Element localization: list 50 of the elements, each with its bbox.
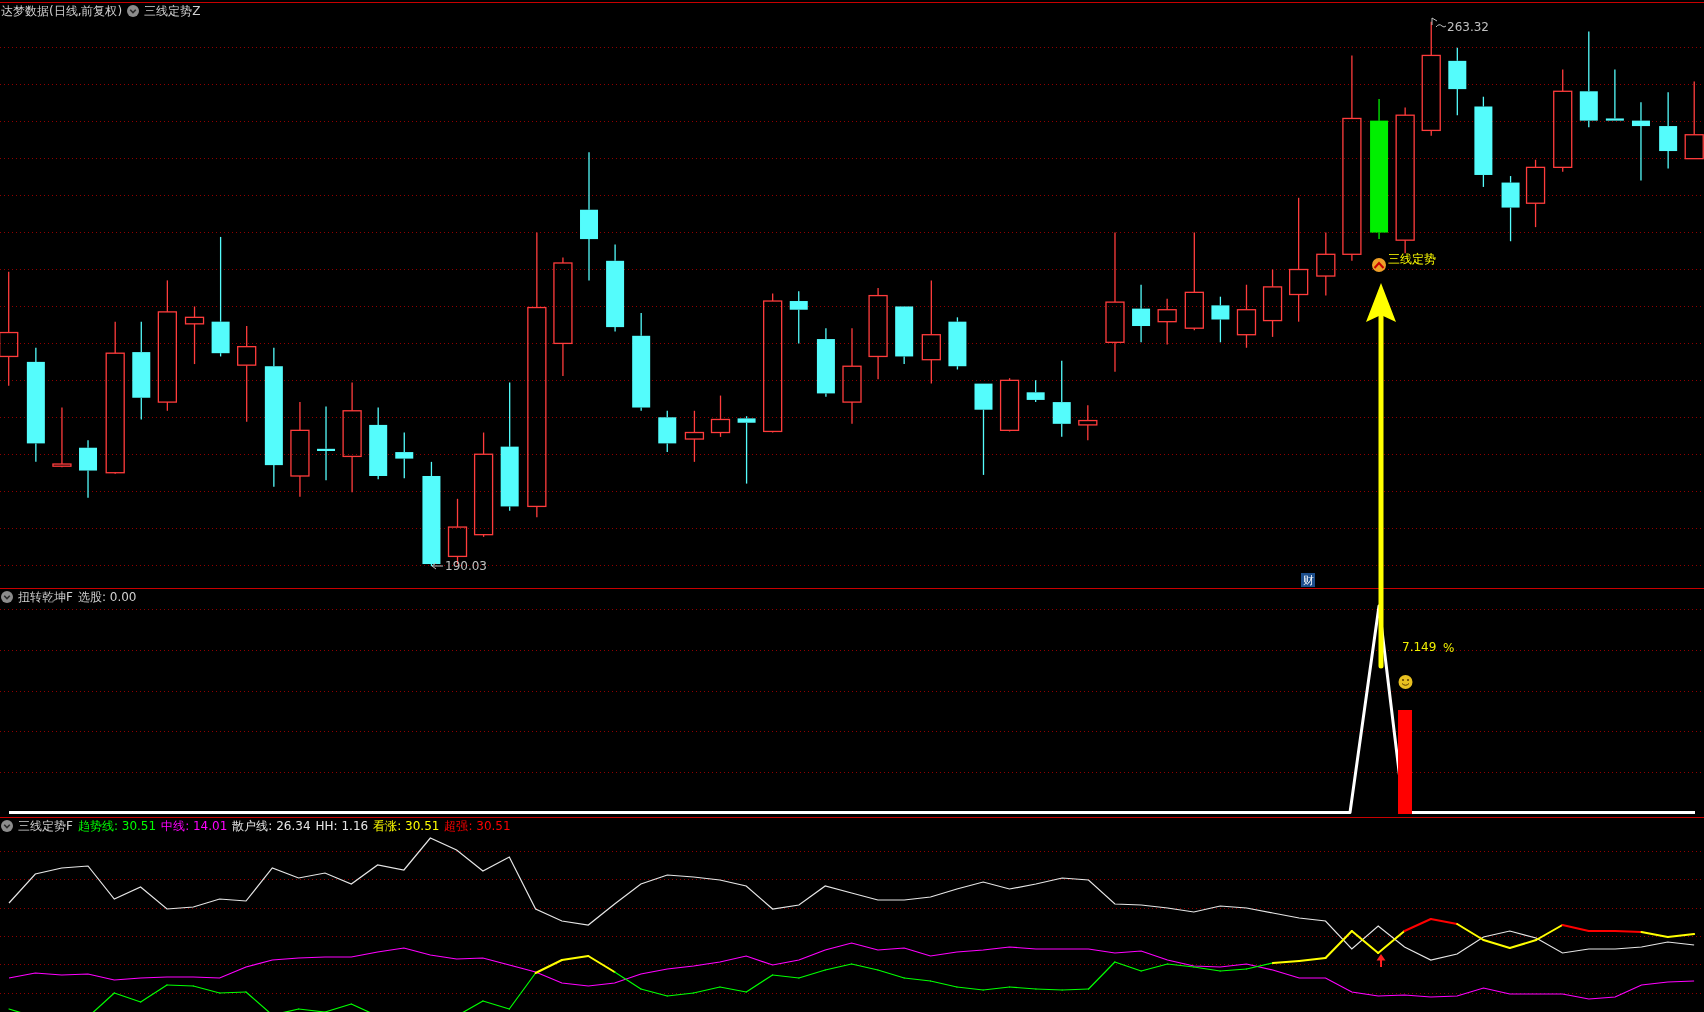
legend-value: 看涨: 30.51 — [373, 819, 440, 833]
arrow-up-icon — [1376, 954, 1386, 968]
dropdown-icon[interactable] — [1, 820, 13, 832]
finance-marker[interactable]: 财 — [1301, 573, 1315, 587]
candlestick — [52, 406, 72, 468]
candlestick — [1132, 284, 1151, 343]
candlestick — [1157, 298, 1177, 346]
legend-value: 散户线: 26.34 — [232, 819, 311, 833]
legend-value: 中线: 14.01 — [161, 819, 228, 833]
candlestick — [816, 327, 835, 398]
pointer-arrow-icon — [1431, 17, 1447, 28]
low-price-label: 190.03 — [445, 559, 487, 573]
candlestick — [948, 316, 967, 371]
candlestick — [1448, 47, 1467, 116]
signal-label: 三线定势 — [1388, 252, 1436, 266]
smiley-icon — [1398, 675, 1413, 689]
chart-title: 达梦数据(日线,前复权) — [1, 4, 123, 18]
candlestick — [789, 290, 808, 345]
dropdown-icon[interactable] — [1, 591, 13, 603]
candlestick — [658, 410, 677, 453]
candlestick — [999, 377, 1020, 433]
candlestick — [895, 306, 914, 365]
candlestick — [1605, 68, 1624, 121]
percent-sign: % — [1443, 641, 1455, 655]
candlestick — [1316, 231, 1336, 297]
candlestick — [737, 415, 756, 485]
indicator-name: 三线定势Z — [144, 4, 201, 18]
candlestick — [1078, 404, 1098, 441]
candlestick — [1236, 284, 1257, 349]
candlestick — [79, 439, 98, 499]
indicator-name: 扭转乾坤F — [18, 590, 73, 604]
dropdown-icon[interactable] — [127, 5, 140, 17]
candlestick — [684, 410, 705, 463]
candlestick — [1525, 159, 1546, 228]
candlestick — [1211, 296, 1230, 343]
candlestick — [710, 394, 731, 438]
candlestick — [1501, 175, 1520, 242]
arrow-left-icon — [431, 562, 444, 570]
chevron-badge-icon — [1372, 258, 1386, 272]
candlestick — [395, 431, 414, 479]
candlestick — [184, 305, 205, 365]
legend-value: 超强: 30.51 — [444, 819, 511, 833]
legend-value: HH: 1.16 — [315, 819, 369, 833]
indicator-readout: 选股: 0.00 — [77, 590, 137, 604]
legend-value: 趋势线: 30.51 — [77, 819, 157, 833]
candlestick — [1026, 379, 1045, 403]
percent-value: 7.149 — [1402, 640, 1437, 654]
indicator-name: 三线定势F — [18, 819, 73, 833]
candlestick — [1262, 268, 1283, 338]
high-price-label: 263.32 — [1447, 20, 1489, 34]
